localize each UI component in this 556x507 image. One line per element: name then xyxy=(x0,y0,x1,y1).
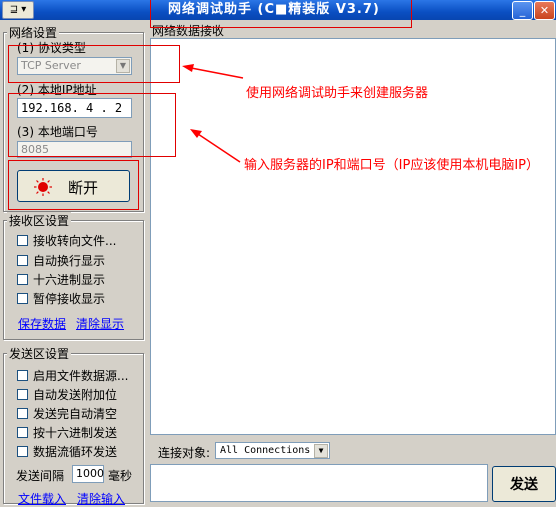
annotation-create-server: 使用网络调试助手来创建服务器 xyxy=(246,86,429,101)
annotation-ip-port: 输入服务器的IP和端口号（IP应该使用本机电脑IP） xyxy=(244,158,540,173)
annotation-arrows xyxy=(182,64,244,163)
